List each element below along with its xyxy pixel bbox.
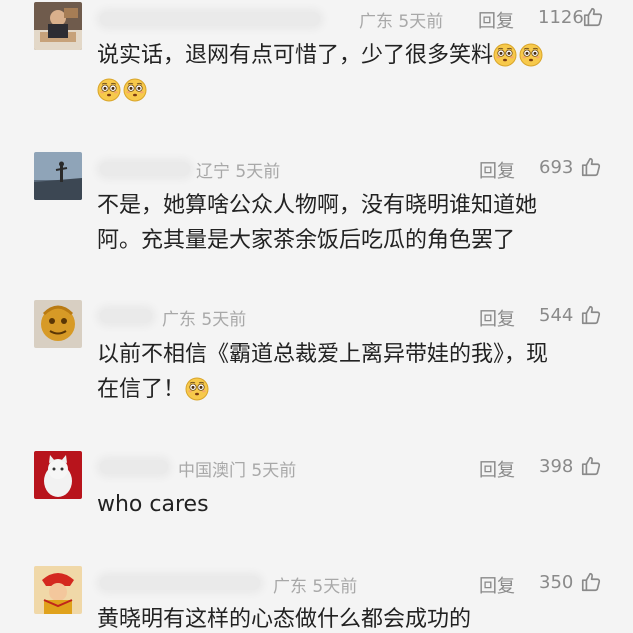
user-avatar[interactable]	[34, 300, 82, 348]
like-count: 350	[539, 572, 574, 593]
username-blurred[interactable]	[100, 12, 320, 26]
like-count: 544	[539, 305, 574, 326]
username-blurred[interactable]	[100, 162, 190, 176]
time-label: 5天前	[398, 12, 444, 32]
user-avatar[interactable]	[34, 152, 82, 200]
thumbs-up-icon[interactable]	[580, 571, 602, 593]
time-label: 5天前	[235, 162, 281, 182]
comment-text: 以前不相信《霸道总裁爱上离异带娃的我》，现 在信了！	[97, 337, 597, 407]
user-avatar[interactable]	[34, 2, 82, 50]
comment-text-line: 阿。充其量是大家茶余饭后吃瓜的角色罢了	[97, 228, 516, 253]
comment-meta: 广东 5天前	[162, 305, 246, 330]
reply-button[interactable]: 回复	[479, 157, 515, 183]
flushed-face-emoji-icon	[519, 43, 543, 67]
time-label: 5天前	[312, 577, 358, 597]
comment-text: 黄晓明有这样的心态做什么都会成功的	[97, 602, 597, 633]
like-count: 693	[539, 157, 574, 178]
comment-item: 广东 5天前 回复 1126 说实话，退网有点可惜了，少了很多笑料	[0, 0, 633, 150]
thumbs-up-icon[interactable]	[582, 6, 604, 28]
user-avatar[interactable]	[34, 566, 82, 614]
location-label: 中国澳门	[178, 461, 246, 481]
like-count: 398	[539, 456, 574, 477]
reply-button[interactable]: 回复	[479, 456, 515, 482]
comment-meta: 辽宁 5天前	[196, 157, 280, 182]
comment-meta: 广东 5天前	[359, 7, 443, 32]
comment-text-line: 黄晓明有这样的心态做什么都会成功的	[97, 607, 472, 632]
comment-text: 不是，她算啥公众人物啊，没有晓明谁知道她 阿。充其量是大家茶余饭后吃瓜的角色罢了	[97, 188, 597, 258]
reply-button[interactable]: 回复	[479, 305, 515, 331]
username-blurred[interactable]	[100, 576, 260, 590]
comment-item: 广东 5天前 回复 544 以前不相信《霸道总裁爱上离异带娃的我》，现 在信了！	[0, 295, 633, 445]
comment-text: who cares	[97, 487, 597, 522]
thumbs-up-icon[interactable]	[580, 304, 602, 326]
thumbs-up-icon[interactable]	[580, 455, 602, 477]
location-label: 辽宁	[196, 162, 230, 182]
flushed-face-emoji-icon	[123, 78, 147, 102]
comment-item: 中国澳门 5天前 回复 398 who cares	[0, 445, 633, 555]
location-label: 广东	[359, 12, 393, 32]
flushed-face-emoji-icon	[97, 78, 121, 102]
flushed-face-emoji-icon	[185, 377, 209, 401]
username-blurred[interactable]	[100, 309, 152, 323]
comment-list: 广东 5天前 回复 1126 说实话，退网有点可惜了，少了很多笑料 辽宁 5天前	[0, 0, 633, 633]
thumbs-up-icon[interactable]	[580, 156, 602, 178]
like-count: 1126	[538, 7, 584, 28]
flushed-face-emoji-icon	[493, 43, 517, 67]
comment-meta: 广东 5天前	[273, 572, 357, 597]
location-label: 广东	[162, 310, 196, 330]
comment-text-line: 以前不相信《霸道总裁爱上离异带娃的我》，现	[97, 342, 549, 367]
time-label: 5天前	[251, 461, 297, 481]
comment-meta: 中国澳门 5天前	[178, 456, 296, 481]
reply-button[interactable]: 回复	[478, 7, 514, 33]
comment-text: 说实话，退网有点可惜了，少了很多笑料	[97, 38, 597, 108]
comment-text-line: 不是，她算啥公众人物啊，没有晓明谁知道她	[97, 193, 538, 218]
time-label: 5天前	[201, 310, 247, 330]
username-blurred[interactable]	[100, 460, 168, 474]
comment-text-line: 在信了！	[97, 377, 186, 402]
comment-item: 广东 5天前 回复 350 黄晓明有这样的心态做什么都会成功的	[0, 560, 633, 633]
comment-item: 辽宁 5天前 回复 693 不是，她算啥公众人物啊，没有晓明谁知道她 阿。充其量…	[0, 150, 633, 295]
reply-button[interactable]: 回复	[479, 572, 515, 598]
user-avatar[interactable]	[34, 451, 82, 499]
comment-text-line: who cares	[97, 492, 209, 517]
location-label: 广东	[273, 577, 307, 597]
comment-text-line: 说实话，退网有点可惜了，少了很多笑料	[97, 43, 494, 68]
